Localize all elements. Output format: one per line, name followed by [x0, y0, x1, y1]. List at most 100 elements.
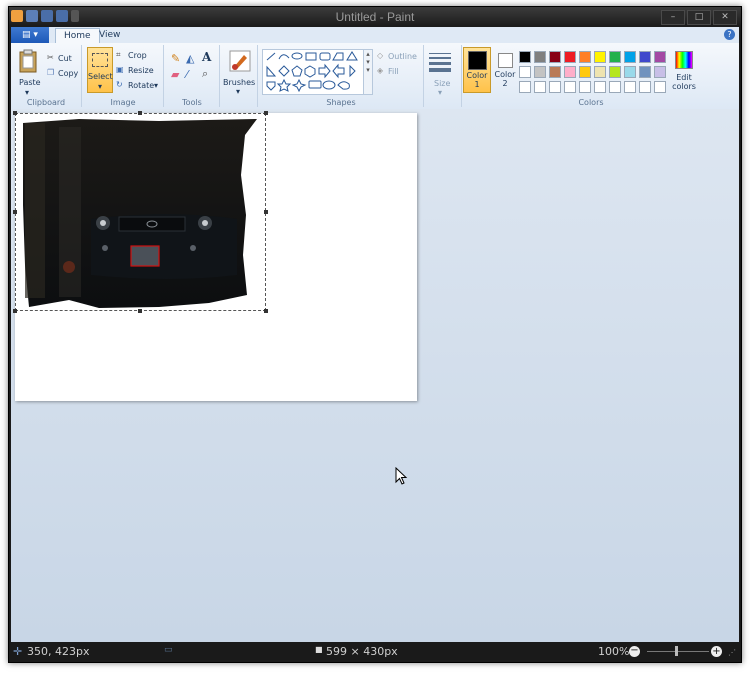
palette-swatch[interactable] [549, 81, 561, 93]
eraser-icon[interactable]: ▰ [171, 68, 179, 81]
help-icon[interactable]: ? [724, 29, 735, 40]
size-button: Size [434, 79, 451, 88]
zoom-out-button[interactable]: − [629, 646, 640, 657]
select-button[interactable]: Select ▾ [87, 47, 113, 93]
palette-swatch[interactable] [624, 81, 636, 93]
brushes-group[interactable]: Brushes ▾ [221, 45, 258, 107]
edit-colors-button[interactable]: Edit colors [669, 73, 699, 91]
palette-swatch[interactable] [564, 51, 576, 63]
size-dropdown-icon: ▾ [438, 88, 443, 97]
paste-button[interactable]: Paste [19, 78, 41, 87]
palette-swatch[interactable] [594, 81, 606, 93]
paint-menu-button[interactable]: ▤ ▾ [11, 27, 49, 43]
selection-handle-top[interactable] [138, 111, 142, 115]
palette-swatch[interactable] [594, 51, 606, 63]
colors-group-label: Colors [578, 98, 604, 107]
zoom-in-button[interactable]: + [711, 646, 722, 657]
fill-bucket-icon[interactable]: ◭ [186, 52, 194, 65]
color-picker-icon[interactable]: ⁄ [186, 68, 188, 81]
selection-handle-top-left[interactable] [13, 111, 17, 115]
minimize-button[interactable]: – [661, 10, 685, 25]
paint-canvas[interactable] [13, 111, 417, 401]
palette-swatch[interactable] [579, 66, 591, 78]
color1-button[interactable]: Color 1 [463, 47, 491, 93]
palette-swatch[interactable] [654, 66, 666, 78]
selection-handle-top-right[interactable] [264, 111, 268, 115]
resize-grip-icon[interactable]: ⋰ [728, 648, 736, 657]
paint-window: Untitled - Paint – □ ✕ ▤ ▾ Home View ? P… [8, 6, 742, 663]
palette-swatch[interactable] [639, 81, 651, 93]
shapes-group-label: Shapes [326, 98, 356, 107]
palette-swatch[interactable] [639, 51, 651, 63]
outline-icon: ◇ [377, 51, 384, 60]
magnifier-icon[interactable]: ⌕ [202, 67, 208, 81]
palette-swatch[interactable] [519, 81, 531, 93]
size-group[interactable]: Size ▾ [425, 45, 462, 107]
palette-swatch[interactable] [624, 66, 636, 78]
selection-rectangle[interactable] [15, 113, 266, 311]
canvas-workspace[interactable] [11, 109, 739, 642]
palette-swatch[interactable] [624, 51, 636, 63]
paste-icon[interactable] [19, 49, 37, 73]
palette-swatch[interactable] [564, 66, 576, 78]
tab-view[interactable]: View [91, 28, 128, 43]
zoom-slider[interactable] [647, 651, 709, 652]
size-icon [429, 53, 451, 72]
shapes-gallery[interactable] [262, 49, 364, 95]
palette-swatch[interactable] [609, 51, 621, 63]
selection-handle-bottom-left[interactable] [13, 309, 17, 313]
palette-swatch[interactable] [549, 51, 561, 63]
palette-swatch[interactable] [609, 66, 621, 78]
palette-swatch[interactable] [594, 66, 606, 78]
rotate-dropdown-icon[interactable]: ▾ [154, 81, 158, 90]
clipboard-group: Paste ▾ ✂ Cut ❐ Copy Clipboard [11, 45, 82, 107]
window-title: Untitled - Paint [335, 10, 415, 24]
palette-swatch[interactable] [639, 66, 651, 78]
selection-handle-left[interactable] [13, 210, 17, 214]
palette-swatch[interactable] [519, 51, 531, 63]
colors-group: Color 1 Color 2 Edit colors Colors [463, 45, 719, 107]
ribbon-tab-row: ▤ ▾ Home View ? [11, 27, 739, 44]
color2-button[interactable]: Color 2 [493, 47, 517, 91]
palette-swatch[interactable] [549, 66, 561, 78]
select-dropdown-icon: ▾ [98, 82, 103, 91]
shapes-scroll-buttons[interactable]: ▴ ▾ ▾ [363, 49, 373, 95]
pencil-icon[interactable]: ✎ [171, 52, 180, 65]
brushes-button: Brushes [223, 78, 256, 87]
palette-swatch[interactable] [654, 51, 666, 63]
selection-handle-bottom[interactable] [138, 309, 142, 313]
outline-dropdown[interactable]: Outline [388, 52, 417, 61]
edit-colors-icon[interactable] [675, 51, 693, 69]
text-tool-icon[interactable]: A [202, 50, 211, 64]
mouse-pointer-icon [395, 467, 408, 485]
cut-button[interactable]: Cut [58, 54, 72, 63]
zoom-slider-thumb[interactable] [675, 646, 678, 656]
palette-swatch[interactable] [534, 81, 546, 93]
palette-swatch[interactable] [579, 51, 591, 63]
zoom-level: 100% [598, 645, 630, 658]
color2-swatch [498, 53, 513, 68]
selection-handle-bottom-right[interactable] [264, 309, 268, 313]
crop-icon: ⌗ [116, 50, 121, 59]
shapes-group: ▴ ▾ ▾ ◇ Outline ◈ Fill Shapes [259, 45, 424, 107]
palette-swatch[interactable] [534, 66, 546, 78]
maximize-button[interactable]: □ [687, 10, 711, 25]
brushes-dropdown-icon: ▾ [236, 87, 241, 96]
selection-handle-right[interactable] [264, 210, 268, 214]
close-button[interactable]: ✕ [713, 10, 737, 25]
palette-swatch[interactable] [609, 81, 621, 93]
palette-swatch[interactable] [654, 81, 666, 93]
palette-swatch[interactable] [519, 66, 531, 78]
status-bar: ✛ 350, 423px ▭ ■ 599 × 430px 100% − + ⋰ [9, 642, 741, 662]
shapes-icon [266, 51, 358, 93]
palette-swatch[interactable] [579, 81, 591, 93]
paste-dropdown-icon[interactable]: ▾ [25, 88, 29, 97]
copy-button[interactable]: Copy [58, 69, 78, 78]
image-group-label: Image [110, 98, 136, 107]
palette-swatch[interactable] [534, 51, 546, 63]
resize-button[interactable]: Resize [128, 66, 154, 75]
rotate-button[interactable]: Rotate [128, 81, 154, 90]
palette-swatch[interactable] [564, 81, 576, 93]
fill-dropdown[interactable]: Fill [388, 67, 399, 76]
crop-button[interactable]: Crop [128, 51, 147, 60]
